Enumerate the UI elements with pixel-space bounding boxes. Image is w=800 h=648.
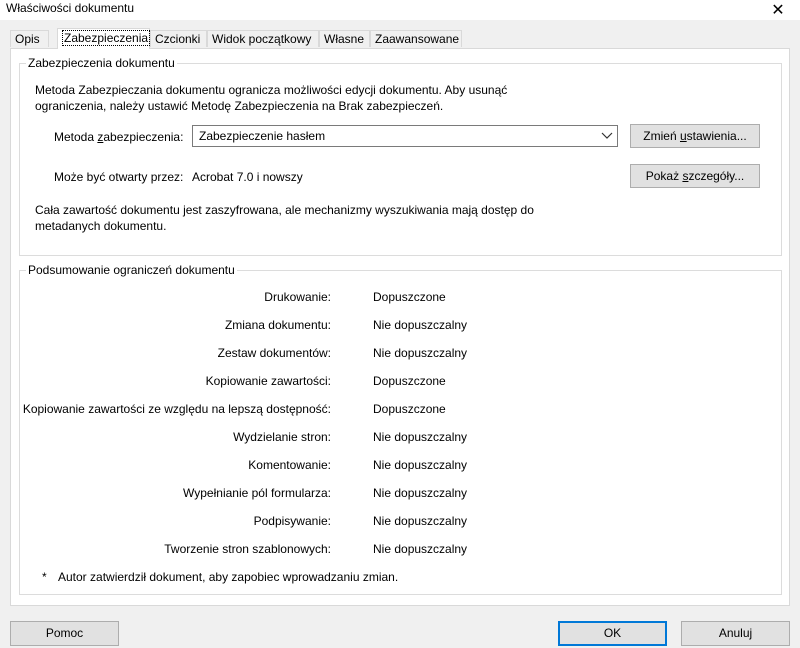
security-method-label: Metoda zabezpieczenia: xyxy=(54,130,184,144)
restriction-value-changing: Nie dopuszczalny xyxy=(373,318,468,332)
tab-opis[interactable]: Opis xyxy=(10,30,49,47)
restriction-label-page-extraction: Wydzielanie stron: xyxy=(233,430,331,444)
cancel-button[interactable]: Anuluj xyxy=(681,621,790,646)
tab-zabezpieczenia[interactable]: Zabezpieczenia xyxy=(57,28,151,49)
restriction-value-printing: Dopuszczone xyxy=(373,290,446,304)
window-title: Właściwości dokumentu xyxy=(6,1,135,15)
security-group-title: Zabezpieczenia dokumentu xyxy=(26,56,177,70)
tab-wlasne[interactable]: Własne xyxy=(319,30,370,47)
encryption-note-line2: metadanych dokumentu. xyxy=(35,219,167,233)
tab-widok-poczatkowy[interactable]: Widok początkowy xyxy=(207,30,319,47)
opened-by-label: Może być otwarty przez: xyxy=(54,170,184,184)
restriction-label-printing: Drukowanie: xyxy=(264,290,331,304)
tab-panel: Zabezpieczenia dokumentu Metoda Zabezpie… xyxy=(10,48,790,606)
restriction-value-signing: Nie dopuszczalny xyxy=(373,514,468,528)
restrictions-group-title: Podsumowanie ograniczeń dokumentu xyxy=(26,263,237,277)
security-group: Zabezpieczenia dokumentu Metoda Zabezpie… xyxy=(19,56,782,256)
restriction-value-page-extraction: Nie dopuszczalny xyxy=(373,430,468,444)
footnote-text: Autor zatwierdził dokument, aby zapobiec… xyxy=(58,570,399,584)
tab-strip: Opis Zabezpieczenia Czcionki Widok począ… xyxy=(0,28,800,49)
title-bar: Właściwości dokumentu ✕ xyxy=(0,0,800,20)
chevron-down-icon xyxy=(597,126,617,146)
restriction-label-copying: Kopiowanie zawartości: xyxy=(205,374,331,388)
encryption-note-line1: Cała zawartość dokumentu jest zaszyfrowa… xyxy=(35,203,534,217)
restriction-value-assembly: Nie dopuszczalny xyxy=(373,346,468,360)
restriction-label-accessibility: Kopiowanie zawartości ze względu na leps… xyxy=(22,402,331,416)
restriction-label-commenting: Komentowanie: xyxy=(248,458,331,472)
ok-button[interactable]: OK xyxy=(558,621,667,646)
restriction-label-template-pages: Tworzenie stron szablonowych: xyxy=(164,542,331,556)
restriction-value-form-filling: Nie dopuszczalny xyxy=(373,486,468,500)
restriction-value-accessibility: Dopuszczone xyxy=(373,402,446,416)
change-settings-button[interactable]: Zmień ustawienia... xyxy=(630,124,760,148)
opened-by-value: Acrobat 7.0 i nowszy xyxy=(192,170,303,184)
security-method-select[interactable]: Zabezpieczenie hasłem xyxy=(192,125,618,147)
security-method-value: Zabezpieczenie hasłem xyxy=(199,129,326,143)
show-details-button[interactable]: Pokaż szczegóły... xyxy=(630,164,760,188)
restriction-label-assembly: Zestaw dokumentów: xyxy=(217,346,331,360)
security-description-line2: ograniczenia, należy ustawić Metodę Zabe… xyxy=(35,99,444,113)
footnote-marker: * xyxy=(42,570,47,584)
restriction-label-signing: Podpisywanie: xyxy=(253,514,331,528)
restriction-label-changing: Zmiana dokumentu: xyxy=(224,318,331,332)
help-button[interactable]: Pomoc xyxy=(10,621,119,646)
restriction-value-commenting: Nie dopuszczalny xyxy=(373,458,468,472)
restriction-label-form-filling: Wypełnianie pól formularza: xyxy=(183,486,331,500)
restriction-value-copying: Dopuszczone xyxy=(373,374,446,388)
restriction-value-template-pages: Nie dopuszczalny xyxy=(373,542,468,556)
restrictions-group: Podsumowanie ograniczeń dokumentu Drukow… xyxy=(19,263,782,595)
security-description-line1: Metoda Zabezpieczania dokumentu ogranicz… xyxy=(35,83,508,97)
close-button[interactable]: ✕ xyxy=(756,0,800,20)
close-icon: ✕ xyxy=(771,2,785,19)
tab-zaawansowane[interactable]: Zaawansowane xyxy=(370,30,462,47)
tab-czcionki[interactable]: Czcionki xyxy=(150,30,207,47)
